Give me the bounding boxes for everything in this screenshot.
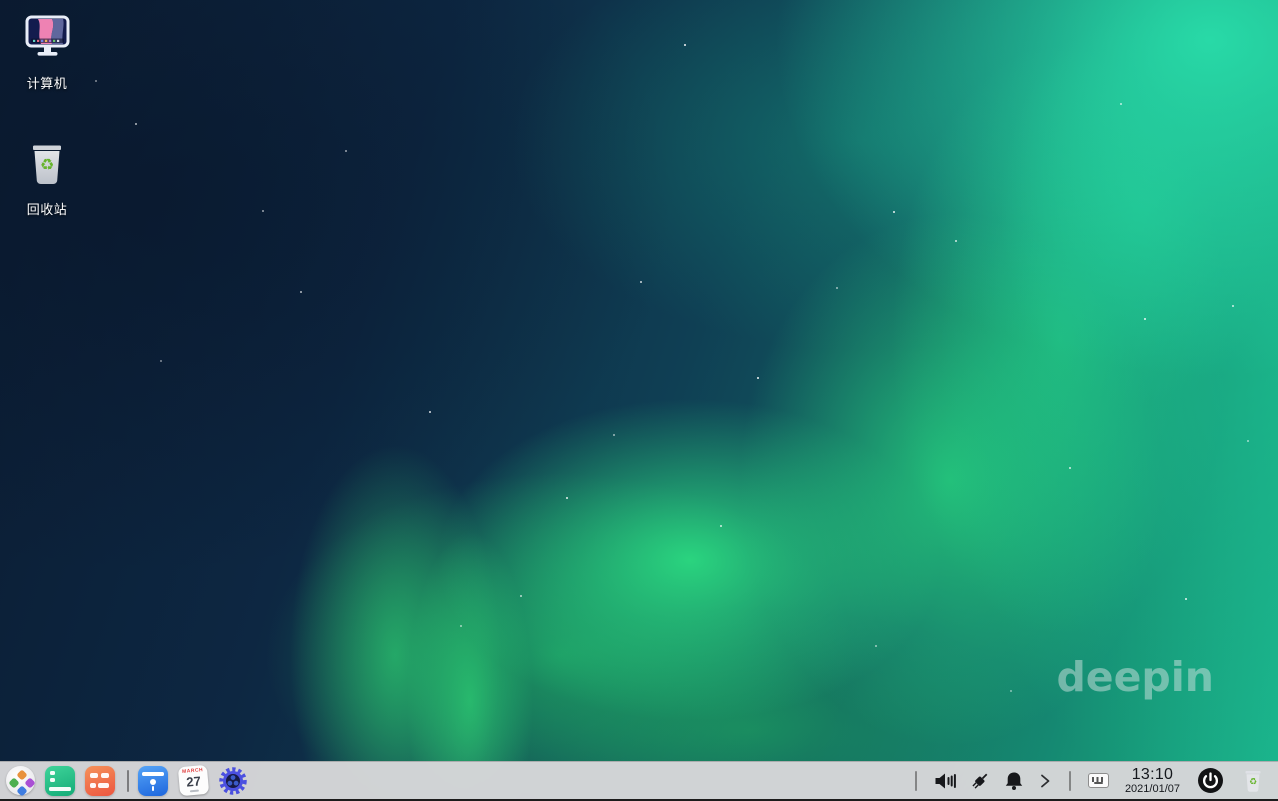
tray-expand-button[interactable] — [1038, 772, 1052, 790]
multitasking-view-button[interactable] — [45, 765, 75, 796]
shutdown-button[interactable] — [1197, 767, 1224, 794]
notification-bell-icon — [1005, 772, 1023, 790]
app-store-button[interactable] — [85, 765, 115, 796]
calendar-day-label: 27 — [185, 773, 201, 790]
tray-separator — [1068, 770, 1071, 791]
system-tray: 13:10 2021/01/07 ♻ — [905, 766, 1278, 795]
network-button[interactable] — [970, 771, 990, 791]
volume-button[interactable] — [934, 772, 956, 790]
clock-date: 2021/01/07 — [1124, 783, 1180, 795]
desktop-icon-label-computer: 计算机 — [26, 76, 68, 91]
control-center-button[interactable] — [218, 766, 248, 796]
svg-text:♻: ♻ — [40, 155, 54, 174]
desktop-icon-computer[interactable]: 计算机 — [8, 10, 86, 92]
control-center-icon — [218, 766, 248, 796]
recycle-bin-icon: ♻ — [27, 136, 67, 186]
calendar-button[interactable]: MARCH 27 — [177, 764, 209, 797]
clock-time: 13:10 — [1131, 766, 1174, 783]
dock-separator — [127, 769, 129, 792]
launcher-icon — [5, 766, 36, 797]
multitasking-view-icon — [45, 765, 75, 796]
app-store-icon — [85, 765, 115, 796]
dock-trash-button[interactable]: ♻ — [1242, 769, 1264, 793]
launcher-button[interactable] — [5, 766, 36, 797]
chevron-right-icon — [1041, 774, 1050, 787]
dock: MARCH 27 13:10 2021/01/07 ♻ — [0, 761, 1278, 801]
deepin-watermark: deepin — [1056, 653, 1214, 701]
notification-bell-button[interactable] — [1004, 771, 1024, 791]
volume-icon — [935, 773, 956, 788]
power-icon — [1198, 768, 1223, 793]
svg-text:♻: ♻ — [1249, 777, 1257, 787]
stars-decoration — [0, 0, 2, 2]
keyboard-icon — [1087, 773, 1109, 788]
network-icon — [972, 773, 988, 789]
trash-icon: ♻ — [1245, 770, 1261, 792]
file-manager-icon — [138, 765, 168, 796]
clock[interactable]: 13:10 2021/01/07 — [1125, 766, 1180, 795]
keyboard-layout-button[interactable] — [1087, 773, 1109, 788]
file-manager-button[interactable] — [138, 765, 168, 796]
computer-icon — [25, 10, 70, 60]
desktop: 计算机 ♻ 回收站 deepin MARCH 27 13:10 2021/01/… — [0, 0, 1278, 801]
calendar-icon: MARCH 27 — [177, 764, 209, 797]
desktop-icon-label-recycle-bin: 回收站 — [26, 202, 68, 217]
tray-separator — [914, 770, 917, 791]
desktop-icon-recycle-bin[interactable]: ♻ 回收站 — [8, 136, 86, 218]
